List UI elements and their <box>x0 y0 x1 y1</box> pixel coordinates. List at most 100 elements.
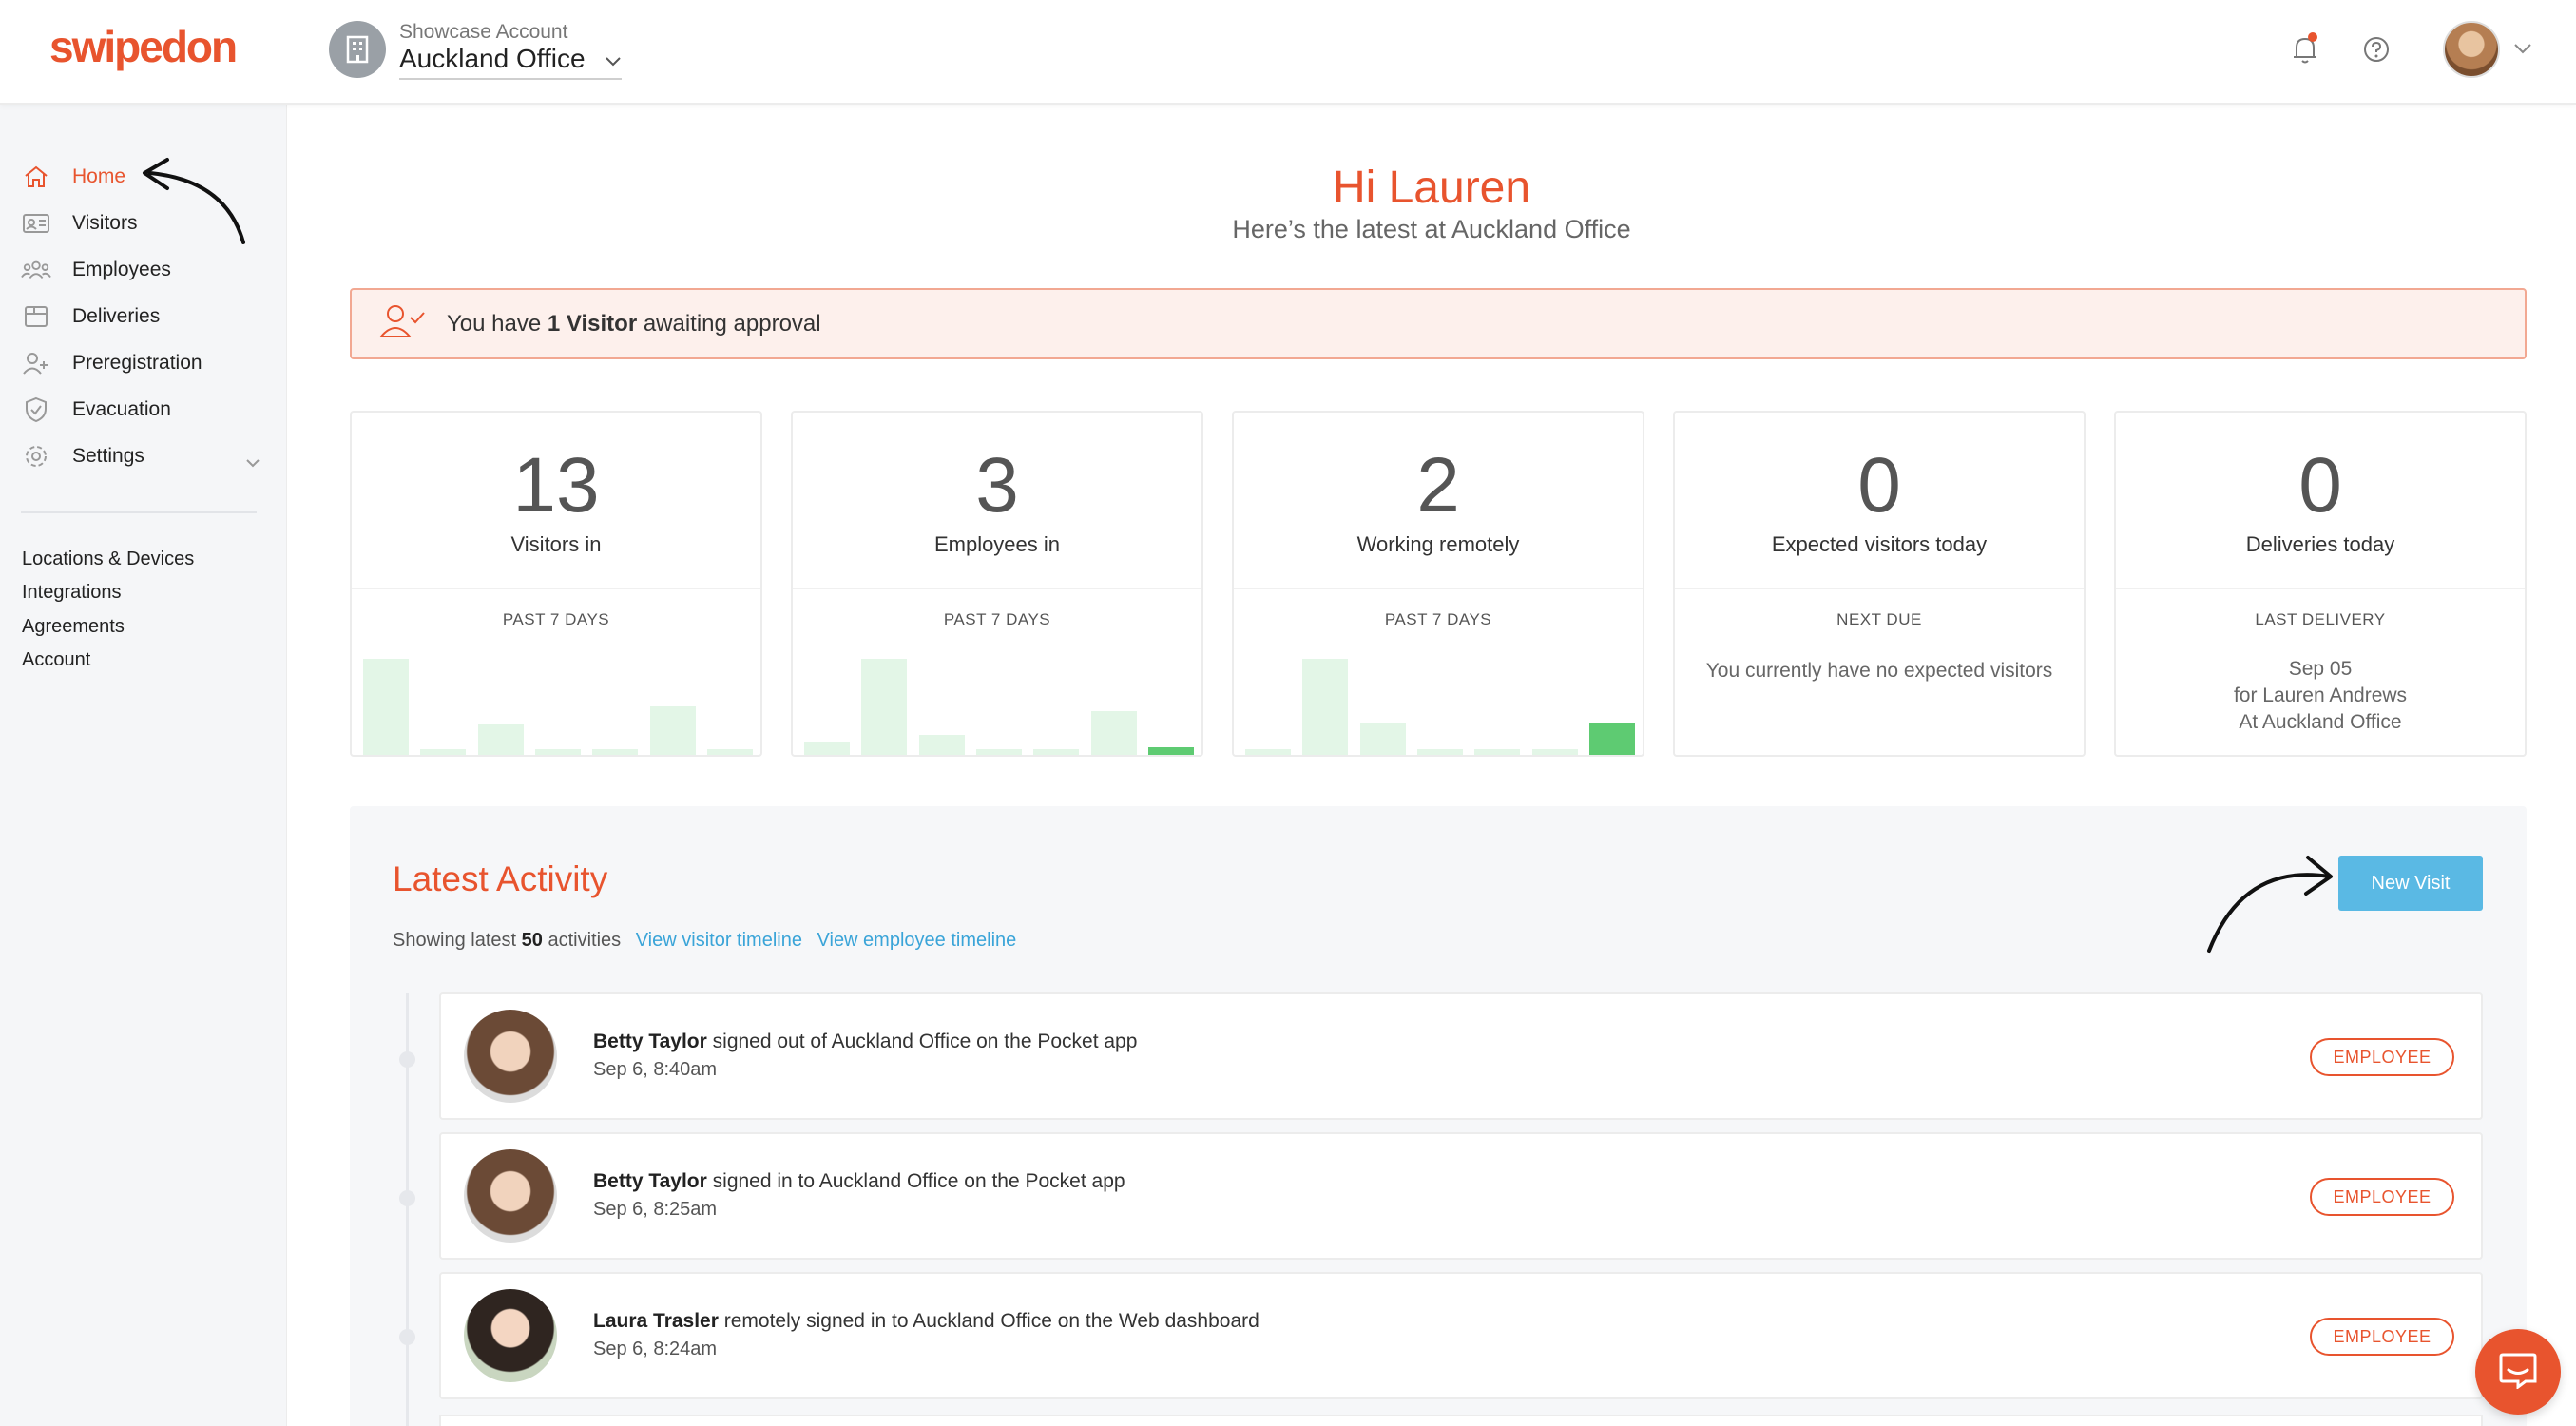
top-bar: swipedon Showcase Account Auckland Offic… <box>0 0 2576 105</box>
card-divider <box>352 588 760 589</box>
sidebar-item-visitors[interactable]: Visitors <box>21 204 137 242</box>
stat-label: Visitors in <box>510 532 602 556</box>
activity-time: Sep 6, 8:40am <box>593 1059 718 1080</box>
help-icon[interactable] <box>2363 36 2390 67</box>
delivery-date: Sep 05 <box>2288 658 2353 680</box>
activity-summary: Showing latest 50 activities View visito… <box>393 930 1017 951</box>
timeline-dot <box>399 1190 415 1206</box>
annotation-arrow <box>2207 856 2333 953</box>
card-divider <box>793 588 1201 589</box>
sidebar-link-locations[interactable]: Locations & Devices <box>22 549 194 570</box>
sidebar-item-home[interactable]: Home <box>21 158 125 196</box>
sidebar-item-settings[interactable]: Settings <box>21 437 260 475</box>
stat-note: You currently have no expected visitors <box>1705 660 2053 682</box>
new-visit-button[interactable]: New Visit <box>2338 856 2483 911</box>
chart-bar <box>1148 747 1194 755</box>
stat-card-deliveries[interactable]: 0 Deliveries today LAST DELIVERY Sep 05 … <box>2114 411 2527 757</box>
chart-bar <box>649 706 696 755</box>
card-divider <box>1234 588 1643 589</box>
sidebar-divider <box>21 511 257 513</box>
account-label: Showcase Account <box>399 21 568 43</box>
avatar <box>464 1010 557 1103</box>
sidebar-item-label: Deliveries <box>72 305 161 327</box>
sidebar-item-label: Preregistration <box>72 352 202 374</box>
employee-badge: EMPLOYEE <box>2310 1318 2454 1356</box>
timeline-dot <box>399 1051 415 1068</box>
card-divider <box>2116 588 2525 589</box>
location-selector[interactable]: Auckland Office <box>399 44 586 74</box>
chart-bar <box>1474 749 1521 755</box>
delivery-location: At Auckland Office <box>2239 711 2402 733</box>
user-check-icon <box>378 302 426 345</box>
chart-bar <box>1090 711 1137 755</box>
stat-label: Expected visitors today <box>1771 532 1988 556</box>
chart-bar <box>918 735 965 755</box>
chevron-down-icon[interactable] <box>245 451 260 473</box>
stat-card-employees[interactable]: 3 Employees in PAST 7 DAYS <box>791 411 1203 757</box>
stat-value: 0 <box>2298 442 2342 529</box>
chat-launcher-button[interactable] <box>2475 1329 2561 1415</box>
chevron-down-icon[interactable] <box>605 55 622 72</box>
sidebar-item-label: Employees <box>72 259 171 280</box>
stat-caption: NEXT DUE <box>1836 610 1922 628</box>
chart-bar <box>861 659 908 755</box>
activity-title: Latest Activity <box>393 859 608 898</box>
activity-row[interactable]: Betty Taylor signed in to Auckland Offic… <box>439 1132 2483 1260</box>
sidebar-item-label: Evacuation <box>72 398 171 420</box>
user-avatar[interactable] <box>2443 21 2500 78</box>
delivery-recipient: for Lauren Andrews <box>2233 684 2408 706</box>
approval-alert[interactable]: You have 1 Visitor awaiting approval <box>350 288 2527 359</box>
users-icon <box>21 255 51 285</box>
chevron-down-icon[interactable] <box>2513 42 2532 59</box>
stat-card-expected[interactable]: 0 Expected visitors today NEXT DUE You c… <box>1673 411 2086 757</box>
activity-row[interactable]: Betty Taylor signed out of Auckland Offi… <box>439 992 2483 1120</box>
stat-card-visitors[interactable]: 13 Visitors in PAST 7 DAYS <box>350 411 762 757</box>
chart-bar <box>1033 749 1080 755</box>
swipedon-logo[interactable]: swipedon <box>49 21 238 72</box>
stat-value: 2 <box>1416 442 1460 529</box>
mini-bar-chart <box>363 650 753 755</box>
location-underline <box>399 78 622 80</box>
activity-text: Betty Taylor signed in to Auckland Offic… <box>593 1170 1125 1192</box>
chart-bar <box>804 742 850 755</box>
sidebar-item-label: Visitors <box>72 212 138 234</box>
avatar <box>464 1289 557 1382</box>
sidebar-link-agreements[interactable]: Agreements <box>22 616 125 638</box>
gear-icon <box>21 441 51 472</box>
sidebar-item-preregistration[interactable]: Preregistration <box>21 344 202 382</box>
activity-row[interactable] <box>439 1415 2483 1426</box>
card-divider <box>1675 588 2084 589</box>
stat-value: 13 <box>512 442 600 529</box>
employee-badge: EMPLOYEE <box>2310 1038 2454 1076</box>
avatar <box>464 1149 557 1243</box>
greeting-subtitle: Here’s the latest at Auckland Office <box>1232 215 1631 243</box>
alert-text: You have 1 Visitor awaiting approval <box>447 310 821 337</box>
stat-label: Employees in <box>933 532 1061 556</box>
sidebar-link-account[interactable]: Account <box>22 649 90 671</box>
chart-bar <box>535 749 581 755</box>
stat-label: Working remotely <box>1356 532 1520 556</box>
sidebar-link-integrations[interactable]: Integrations <box>22 582 122 604</box>
sidebar-item-evacuation[interactable]: Evacuation <box>21 391 171 429</box>
view-visitor-timeline-link[interactable]: View visitor timeline <box>636 930 802 951</box>
chart-bar <box>592 749 639 755</box>
stat-value: 3 <box>975 442 1019 529</box>
building-icon <box>329 21 386 78</box>
home-icon <box>21 162 51 192</box>
package-icon <box>21 301 51 332</box>
chart-bar <box>1245 749 1291 755</box>
chart-bar <box>363 659 409 755</box>
annotation-arrow <box>143 158 245 244</box>
sidebar-item-employees[interactable]: Employees <box>21 251 171 289</box>
stat-caption: PAST 7 DAYS <box>502 610 610 628</box>
sidebar-item-deliveries[interactable]: Deliveries <box>21 298 160 336</box>
activity-text: Betty Taylor signed out of Auckland Offi… <box>593 1031 1138 1052</box>
stat-note: Sep 05 for Lauren Andrews At Auckland Of… <box>2116 656 2525 736</box>
chart-bar <box>1302 659 1349 755</box>
greeting-title: Hi Lauren <box>1332 163 1531 213</box>
employee-badge: EMPLOYEE <box>2310 1178 2454 1216</box>
activity-row[interactable]: Laura Trasler remotely signed in to Auck… <box>439 1272 2483 1399</box>
chart-bar <box>1589 723 1635 755</box>
stat-card-remote[interactable]: 2 Working remotely PAST 7 DAYS <box>1232 411 1644 757</box>
view-employee-timeline-link[interactable]: View employee timeline <box>817 930 1017 951</box>
